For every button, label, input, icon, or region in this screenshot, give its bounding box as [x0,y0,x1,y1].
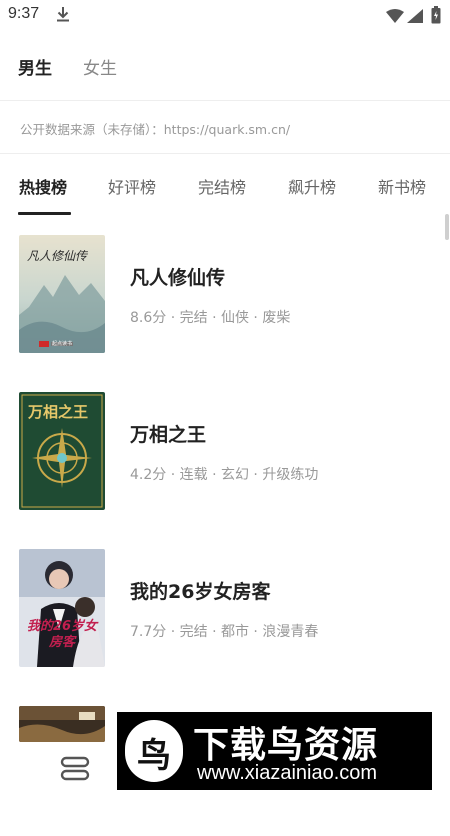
gender-tab-female[interactable]: 女生 [83,54,117,79]
book-list-item[interactable]: 凡人修仙传 起点读书 凡人修仙传 8.6分 · 完结 · 仙侠 · 废柴 [0,235,440,365]
book-cover-text: 万相之王 [28,403,89,421]
data-source-note: 公开数据来源（未存储）：https://quark.sm.cn/ [20,122,291,137]
book-cover [19,706,105,742]
book-title: 万相之王 [130,424,207,446]
divider [0,100,450,101]
battery-icon [431,6,441,28]
book-list-item[interactable]: 万相之王 万相之王 4.2分 · 连载 · 玄幻 · 升级练功 [0,392,440,522]
rank-tabs: 热搜榜 好评榜 完结榜 飙升榜 新书榜 [0,160,450,216]
book-list-item[interactable]: 我的26岁女房客 我的26岁女房客 7.7分 · 完结 · 都市 · 浪漫青春 [0,549,440,679]
status-time: 9:37 [8,5,40,22]
book-meta: 4.2分 · 连载 · 玄幻 · 升级练功 [130,467,319,483]
tab-new-books[interactable]: 新书榜 [378,174,426,198]
book-cover: 我的26岁女房客 [19,549,105,667]
book-cover-text: 我的26岁女房客 [26,619,98,650]
gender-tab-male[interactable]: 男生 [18,54,52,79]
tab-rising[interactable]: 飙升榜 [288,174,336,198]
download-icon [56,6,70,26]
status-bar: 9:37 [0,0,450,30]
watermark-logo: 鸟 [125,720,183,782]
gender-tabs: 男生 女生 [0,40,450,95]
wifi-icon [386,8,404,27]
watermark-title: 下载鸟资源 [193,725,379,766]
book-meta: 8.6分 · 完结 · 仙侠 · 废柴 [130,310,291,326]
scrollbar[interactable] [445,214,449,240]
divider [0,153,450,154]
site-watermark: 鸟 下载鸟资源 www.xiazainiao.com [117,712,432,790]
book-cover: 万相之王 [19,392,105,510]
book-cover-publisher: 起点读书 [52,341,73,347]
bookshelf-nav-icon[interactable] [60,756,90,786]
watermark-logo-char: 鸟 [137,736,171,776]
signal-icon [407,8,423,27]
tab-completed[interactable]: 完结榜 [198,174,246,198]
watermark-url: www.xiazainiao.com [197,762,378,784]
book-title: 凡人修仙传 [130,267,226,289]
book-title: 我的26岁女房客 [130,581,271,603]
tab-top-rated[interactable]: 好评榜 [108,174,156,198]
book-cover-text: 凡人修仙传 [27,249,88,263]
book-meta: 7.7分 · 完结 · 都市 · 浪漫青春 [130,624,319,640]
active-tab-indicator [18,212,71,215]
book-cover: 凡人修仙传 起点读书 [19,235,105,353]
tab-hot-search[interactable]: 热搜榜 [19,174,67,198]
